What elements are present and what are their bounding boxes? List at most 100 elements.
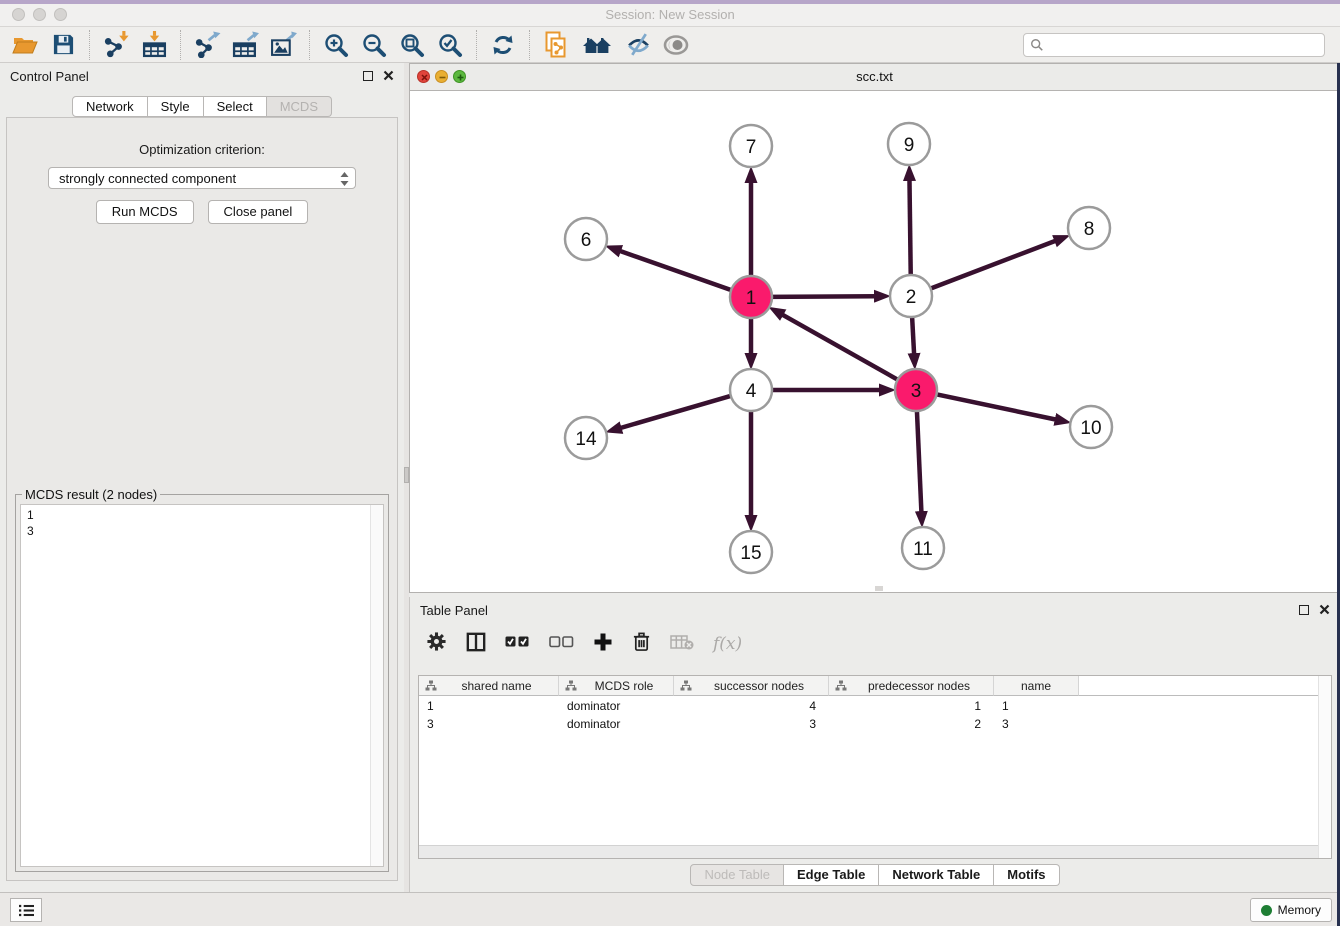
zoom-window-button[interactable] xyxy=(54,8,67,21)
search-box[interactable] xyxy=(1023,33,1325,57)
graph-edge-2-8[interactable] xyxy=(929,240,1057,289)
mcds-result-textarea[interactable]: 13 xyxy=(20,504,384,867)
graph-node-4[interactable]: 4 xyxy=(730,369,772,411)
graph-edge-3-10[interactable] xyxy=(935,394,1057,420)
control-tab-select[interactable]: Select xyxy=(204,96,267,117)
zoom-fit-button[interactable] xyxy=(396,30,428,60)
search-input[interactable] xyxy=(1044,37,1318,53)
table-cell[interactable]: dominator xyxy=(559,716,674,732)
control-tab-network[interactable]: Network xyxy=(72,96,148,117)
graph-node-8[interactable]: 8 xyxy=(1068,207,1110,249)
table-cell[interactable]: 4 xyxy=(674,698,829,714)
table-row[interactable]: 1dominator411 xyxy=(419,698,1331,714)
frame-minimize-button[interactable] xyxy=(435,70,448,83)
control-tab-mcds[interactable]: MCDS xyxy=(267,96,332,117)
zoom-in-button[interactable] xyxy=(320,30,352,60)
show-column-button[interactable] xyxy=(466,632,486,657)
apply-layout-button[interactable] xyxy=(487,30,519,60)
table-horizontal-scrollbar[interactable] xyxy=(419,845,1319,858)
float-panel-icon[interactable] xyxy=(363,71,373,81)
graph-edge-4-14[interactable] xyxy=(620,395,733,428)
first-neighbors-button[interactable] xyxy=(578,30,616,60)
titlebar[interactable]: Session: New Session xyxy=(0,4,1340,27)
table-cell[interactable]: 1 xyxy=(994,698,1079,714)
table-tabs: Node TableEdge TableNetwork TableMotifs xyxy=(410,864,1340,886)
network-frame-titlebar[interactable]: scc.txt xyxy=(410,64,1339,91)
table-row[interactable]: 3dominator323 xyxy=(419,716,1331,732)
search-icon xyxy=(1030,38,1044,52)
frame-maximize-button[interactable] xyxy=(453,70,466,83)
open-session-button[interactable] xyxy=(9,30,41,60)
table-cell[interactable]: dominator xyxy=(559,698,674,714)
graph-edge-1-2[interactable] xyxy=(770,296,876,297)
import-table-button[interactable] xyxy=(138,30,170,60)
export-image-button[interactable] xyxy=(267,30,299,60)
birds-eye-view-button[interactable] xyxy=(660,30,692,60)
zoom-out-button[interactable] xyxy=(358,30,390,60)
optimization-criterion-select[interactable]: strongly connected component xyxy=(48,167,356,189)
table-cell[interactable]: 2 xyxy=(829,716,994,732)
close-window-button[interactable] xyxy=(12,8,25,21)
graph-node-15[interactable]: 15 xyxy=(730,531,772,573)
export-network-button[interactable] xyxy=(191,30,223,60)
save-floppy-icon xyxy=(52,33,75,56)
graph-node-1[interactable]: 1 xyxy=(730,276,772,318)
graph-node-11[interactable]: 11 xyxy=(902,527,944,569)
table-cell[interactable]: 3 xyxy=(674,716,829,732)
graph-edge-2-3[interactable] xyxy=(912,315,914,355)
table-tab-edge-table[interactable]: Edge Table xyxy=(784,864,879,886)
zoom-selected-button[interactable] xyxy=(434,30,466,60)
clone-network-button[interactable] xyxy=(540,30,572,60)
network-canvas[interactable]: 7 9 6 8 1 2 4 3 14 10 15 11 xyxy=(410,90,1338,591)
frame-close-button[interactable] xyxy=(417,70,430,83)
delete-table-button[interactable] xyxy=(670,634,694,655)
deselect-all-button[interactable] xyxy=(549,635,574,653)
create-column-button[interactable] xyxy=(593,632,613,657)
memory-button[interactable]: Memory xyxy=(1250,898,1332,922)
hide-graphics-details-button[interactable] xyxy=(622,30,654,60)
graph-edge-3-1[interactable] xyxy=(781,314,899,380)
table-settings-button[interactable] xyxy=(426,631,447,657)
table-tab-network-table[interactable]: Network Table xyxy=(879,864,994,886)
close-table-panel-icon[interactable] xyxy=(1319,604,1330,615)
trash-icon xyxy=(632,631,651,652)
select-all-button[interactable] xyxy=(505,635,530,653)
function-builder-button[interactable]: f(x) xyxy=(713,634,742,654)
table-cell[interactable]: 3 xyxy=(419,716,559,732)
graph-edge-2-9[interactable] xyxy=(909,179,910,277)
graph-edge-3-11[interactable] xyxy=(917,409,922,513)
column-header-successor-nodes[interactable]: successor nodes xyxy=(674,676,829,696)
export-table-button[interactable] xyxy=(229,30,261,60)
float-table-panel-icon[interactable] xyxy=(1299,605,1309,615)
table-tab-motifs[interactable]: Motifs xyxy=(994,864,1059,886)
delete-column-button[interactable] xyxy=(632,631,651,657)
import-network-button[interactable] xyxy=(100,30,132,60)
column-header-predecessor-nodes[interactable]: predecessor nodes xyxy=(829,676,994,696)
table-cell[interactable]: 1 xyxy=(419,698,559,714)
graph-node-10[interactable]: 10 xyxy=(1070,406,1112,448)
close-panel-icon[interactable] xyxy=(383,70,394,81)
control-tab-style[interactable]: Style xyxy=(148,96,204,117)
graph-node-3[interactable]: 3 xyxy=(895,369,937,411)
column-header-shared-name[interactable]: shared name xyxy=(419,676,559,696)
column-header-MCDS-role[interactable]: MCDS role xyxy=(559,676,674,696)
run-mcds-button[interactable]: Run MCDS xyxy=(96,200,194,224)
graph-node-2[interactable]: 2 xyxy=(890,275,932,317)
graph-node-7[interactable]: 7 xyxy=(730,125,772,167)
graph-edge-1-6[interactable] xyxy=(619,251,733,291)
column-header-name[interactable]: name xyxy=(994,676,1079,696)
frame-resize-handle[interactable] xyxy=(875,586,883,591)
graph-node-9[interactable]: 9 xyxy=(888,123,930,165)
minimize-window-button[interactable] xyxy=(33,8,46,21)
save-session-button[interactable] xyxy=(47,30,79,60)
mcds-result-scrollbar[interactable] xyxy=(370,505,383,866)
table-vertical-scrollbar[interactable] xyxy=(1318,676,1331,858)
close-panel-button[interactable]: Close panel xyxy=(208,200,309,224)
svg-text:9: 9 xyxy=(904,135,915,156)
table-tab-node-table[interactable]: Node Table xyxy=(690,864,784,886)
graph-node-6[interactable]: 6 xyxy=(565,218,607,260)
graph-node-14[interactable]: 14 xyxy=(565,417,607,459)
table-cell[interactable]: 3 xyxy=(994,716,1079,732)
table-cell[interactable]: 1 xyxy=(829,698,994,714)
task-history-button[interactable] xyxy=(10,898,42,922)
